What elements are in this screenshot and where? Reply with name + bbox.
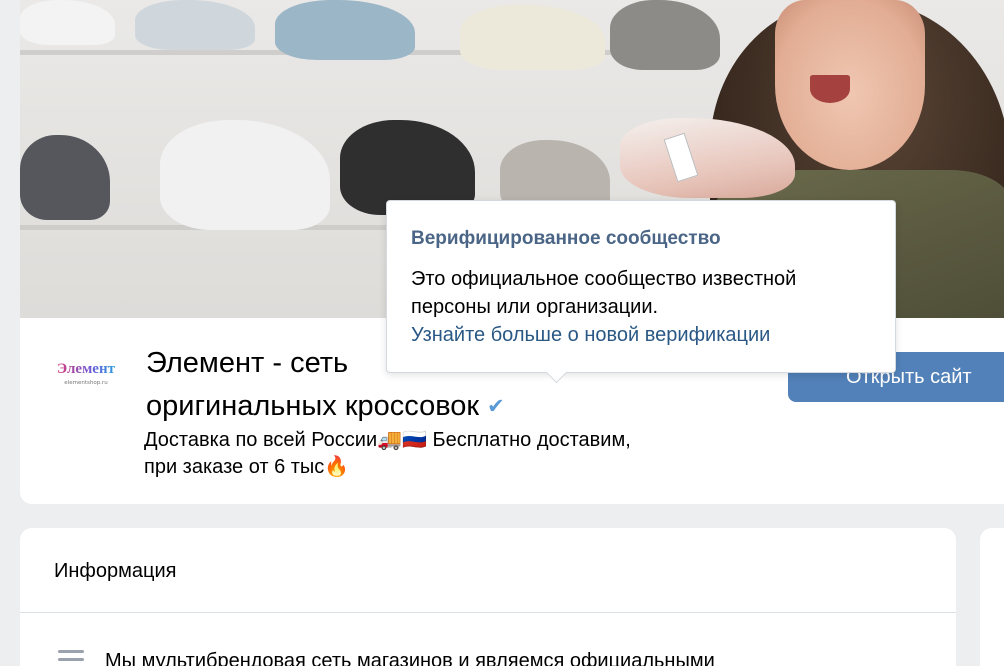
shoe-image — [135, 0, 255, 50]
info-card: Информация Мы мультибрендовая сеть магаз… — [20, 528, 956, 666]
shoe-image — [460, 5, 605, 70]
info-heading: Информация — [54, 560, 177, 582]
tooltip-text: Это официальное сообщество известной пер… — [411, 268, 797, 318]
menu-lines-icon — [58, 650, 84, 666]
shoe-image — [20, 135, 110, 220]
title-line-2: оригинальных кроссовок — [146, 390, 480, 422]
title-line-1: Элемент - сеть — [146, 347, 349, 379]
status-line-2: при заказе от 6 тыс🔥 — [144, 456, 350, 478]
side-card — [980, 528, 1004, 666]
shoe-image — [610, 0, 720, 70]
person-mouth — [810, 75, 850, 103]
logo-url: elementshop.ru — [64, 379, 108, 386]
verification-info-link[interactable]: Узнайте больше о новой верификации — [411, 321, 871, 349]
shoe-image — [160, 120, 330, 230]
community-status: Доставка по всей России🚚🇷🇺 Бесплатно дос… — [144, 427, 764, 481]
verified-tooltip: Верифицированное сообщество Это официаль… — [386, 200, 896, 373]
community-avatar[interactable]: Элемент elementshop.ru — [48, 350, 124, 396]
checkmark-icon[interactable]: ✔ — [487, 385, 505, 428]
page: Элемент elementshop.ru Элемент - сеть ор… — [0, 0, 1004, 666]
shoe-image — [275, 0, 415, 60]
shoe-image — [20, 0, 115, 45]
status-line-1: Доставка по всей России🚚🇷🇺 Бесплатно дос… — [144, 429, 631, 451]
info-description: Мы мультибрендовая сеть магазинов и явля… — [105, 650, 715, 666]
logo-text: Элемент — [57, 360, 115, 377]
person-face — [775, 0, 925, 170]
tooltip-title: Верифицированное сообщество — [411, 228, 721, 249]
divider — [20, 612, 956, 613]
